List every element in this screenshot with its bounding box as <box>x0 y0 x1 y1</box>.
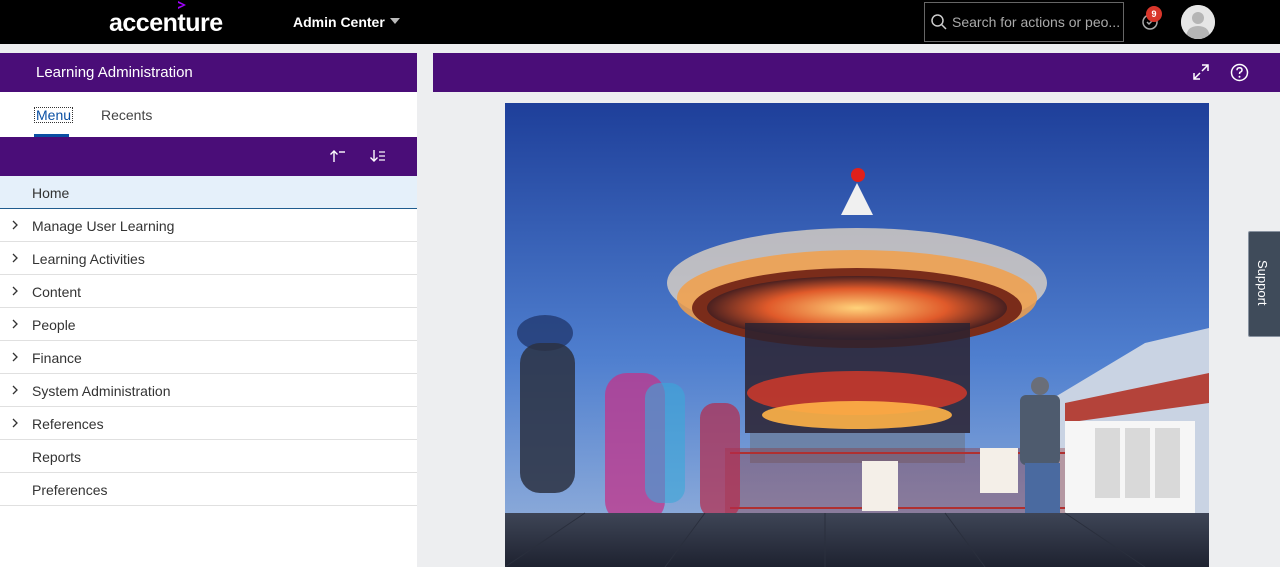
nav-item-manage-user-learning[interactable]: Manage User Learning <box>0 209 417 242</box>
nav-item-preferences[interactable]: Preferences <box>0 473 417 506</box>
help-icon[interactable] <box>1230 63 1249 82</box>
learning-admin-panel: Learning Administration Menu Recents Hom… <box>0 53 417 567</box>
chevron-right-icon[interactable] <box>11 253 19 263</box>
nav-item-learning-activities[interactable]: Learning Activities <box>0 242 417 275</box>
logo-chevron-icon <box>178 1 186 9</box>
nav-item-home[interactable]: Home <box>0 176 417 209</box>
chevron-right-icon[interactable] <box>11 220 19 230</box>
search-input[interactable] <box>952 14 1122 30</box>
expand-icon[interactable] <box>1192 63 1210 81</box>
nav-item-finance[interactable]: Finance <box>0 341 417 374</box>
accenture-logo[interactable]: accenture <box>109 9 223 38</box>
nav-menu: Home Manage User Learning Learning Activ… <box>0 176 417 506</box>
tab-recents[interactable]: Recents <box>101 107 152 123</box>
chevron-right-icon[interactable] <box>11 286 19 296</box>
admin-center-menu[interactable]: Admin Center <box>293 14 385 30</box>
panel-title: Learning Administration <box>0 53 417 92</box>
caret-down-icon[interactable] <box>390 18 400 24</box>
chevron-right-icon[interactable] <box>11 319 19 329</box>
notification-badge: 9 <box>1146 6 1162 22</box>
chevron-right-icon[interactable] <box>11 352 19 362</box>
nav-item-content[interactable]: Content <box>0 275 417 308</box>
nav-item-label: People <box>32 317 76 333</box>
chevron-right-icon[interactable] <box>11 418 19 428</box>
content-header <box>433 53 1280 92</box>
nav-item-label: Preferences <box>32 482 108 498</box>
support-tab[interactable]: Support <box>1248 231 1280 337</box>
search-box[interactable] <box>924 2 1124 42</box>
panel-tabs: Menu Recents <box>0 92 417 137</box>
nav-item-references[interactable]: References <box>0 407 417 440</box>
sort-icon[interactable] <box>369 148 387 164</box>
nav-item-label: Finance <box>32 350 82 366</box>
nav-item-label: Manage User Learning <box>32 218 175 234</box>
top-navigation-bar: accenture Admin Center 9 <box>0 0 1280 44</box>
carousel-hero-image <box>505 103 1209 567</box>
nav-item-reports[interactable]: Reports <box>0 440 417 473</box>
carousel-illustration <box>505 103 1209 567</box>
nav-item-label: References <box>32 416 104 432</box>
menu-toolbar <box>0 137 417 176</box>
tab-menu[interactable]: Menu <box>34 107 74 123</box>
nav-item-label: Content <box>32 284 82 300</box>
collapse-all-icon[interactable] <box>329 148 347 164</box>
support-label: Support <box>1255 260 1270 306</box>
nav-item-label: System Administration <box>32 383 171 399</box>
nav-item-label: Home <box>32 185 70 201</box>
nav-item-label: Reports <box>32 449 82 465</box>
nav-item-label: Learning Activities <box>32 251 145 267</box>
chevron-right-icon[interactable] <box>11 385 19 395</box>
nav-item-system-administration[interactable]: System Administration <box>0 374 417 407</box>
search-icon <box>931 14 947 30</box>
nav-item-people[interactable]: People <box>0 308 417 341</box>
user-avatar[interactable] <box>1181 5 1215 39</box>
avatar-person-icon <box>1181 5 1215 39</box>
